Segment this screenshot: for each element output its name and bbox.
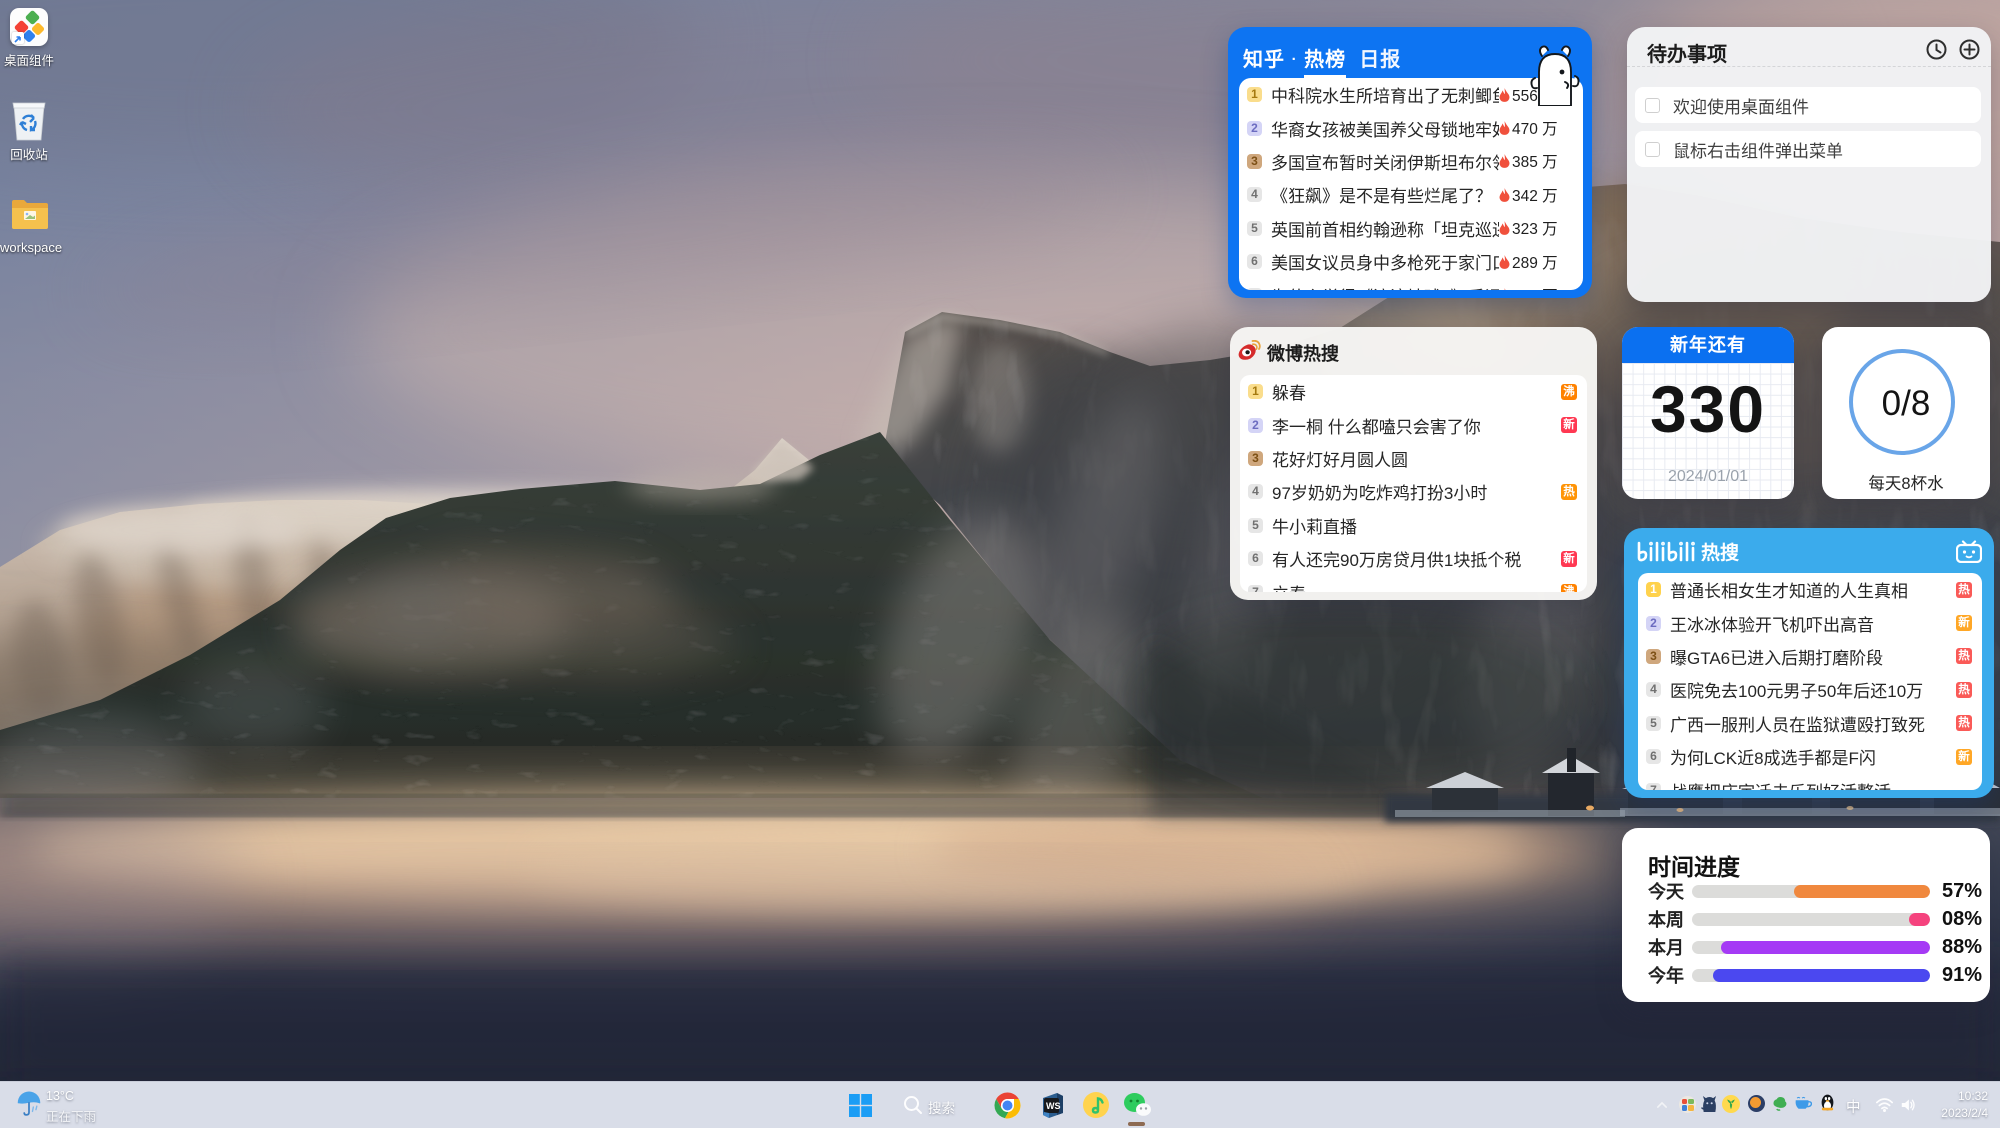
svg-text:热搜: 热搜 <box>1701 541 1740 563</box>
svg-text:WS: WS <box>1046 1101 1061 1111</box>
